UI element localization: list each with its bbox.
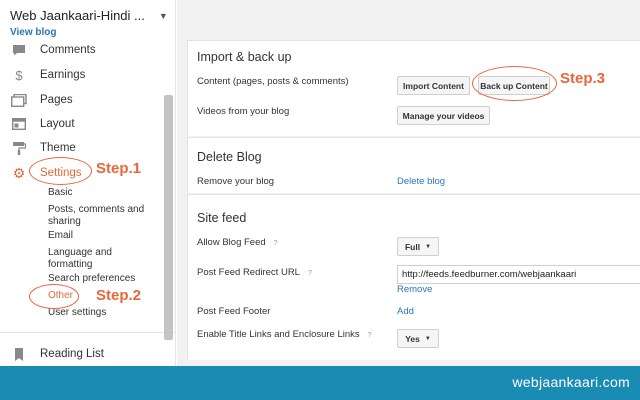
videos-label: Videos from your blog bbox=[197, 106, 290, 117]
step2-label: Step.2 bbox=[96, 287, 142, 304]
delete-blog-title: Delete Blog bbox=[197, 150, 262, 164]
step1-highlight-ring bbox=[29, 157, 92, 185]
step3-label: Step.3 bbox=[560, 70, 606, 87]
sidebar-item-theme[interactable]: Theme bbox=[10, 141, 76, 155]
sidebar-item-label: Layout bbox=[40, 118, 75, 130]
dollar-icon: $ bbox=[15, 67, 23, 83]
allow-feed-label-text: Allow Blog Feed bbox=[197, 237, 266, 248]
sidebar-item-label: Reading List bbox=[40, 348, 104, 360]
chevron-down-icon: ▼ bbox=[425, 243, 432, 250]
sidebar-item-label: Pages bbox=[40, 94, 73, 106]
pages-icon bbox=[10, 93, 28, 107]
sidebar-divider bbox=[0, 332, 176, 333]
gear-icon: ⚙ bbox=[12, 164, 26, 181]
sidebar: Web Jaankaari-Hindi ... ▼ View blog Comm… bbox=[0, 0, 176, 366]
add-feed-footer-link[interactable]: Add bbox=[397, 306, 414, 317]
sidebar-item-earnings[interactable]: $ Earnings bbox=[10, 67, 86, 83]
help-icon[interactable]: ? bbox=[308, 270, 312, 277]
sidebar-item-reading-list[interactable]: Reading List bbox=[10, 347, 104, 361]
remove-redirect-link[interactable]: Remove bbox=[397, 284, 432, 295]
title-links-label: Enable Title Links and Enclosure Links? bbox=[197, 329, 372, 340]
allow-feed-select[interactable]: Full ▼ bbox=[397, 237, 439, 256]
sidebar-subitem-user-settings[interactable]: User settings bbox=[48, 307, 158, 319]
chevron-down-icon: ▼ bbox=[158, 10, 168, 21]
step2-highlight-ring bbox=[29, 284, 79, 309]
site-feed-title: Site feed bbox=[197, 211, 247, 225]
sidebar-subitem-posts-comments-sharing[interactable]: Posts, comments and sharing bbox=[48, 204, 158, 228]
sidebar-subitem-search-preferences[interactable]: Search preferences bbox=[48, 273, 158, 285]
sidebar-subitem-email[interactable]: Email bbox=[48, 230, 158, 242]
paint-roller-icon bbox=[10, 141, 28, 155]
blog-selector[interactable]: Web Jaankaari-Hindi ... ▼ bbox=[10, 8, 168, 23]
site-feed-section: Site feed Allow Blog Feed? Full ▼ Post Fe… bbox=[187, 194, 640, 360]
help-icon[interactable]: ? bbox=[274, 240, 278, 247]
bookmark-icon bbox=[10, 347, 28, 361]
sidebar-subitem-basic[interactable]: Basic bbox=[48, 187, 158, 199]
title-links-value: Yes bbox=[405, 333, 420, 344]
sidebar-item-label: Theme bbox=[40, 142, 76, 154]
sidebar-item-pages[interactable]: Pages bbox=[10, 93, 73, 107]
sidebar-item-label: Comments bbox=[40, 44, 96, 56]
step3-highlight-ring bbox=[472, 66, 557, 101]
manage-videos-button[interactable]: Manage your videos bbox=[397, 106, 490, 125]
import-backup-title: Import & back up bbox=[197, 50, 292, 64]
comment-icon bbox=[10, 43, 28, 57]
redirect-url-input[interactable]: http://feeds.feedburner.com/webjaankaari bbox=[397, 265, 640, 284]
feed-footer-label: Post Feed Footer bbox=[197, 306, 271, 317]
layout-icon bbox=[10, 117, 28, 131]
allow-feed-label: Allow Blog Feed? bbox=[197, 237, 278, 248]
import-backup-section: Import & back up Content (pages, posts &… bbox=[187, 40, 640, 136]
delete-blog-link[interactable]: Delete blog bbox=[397, 176, 445, 187]
view-blog-link[interactable]: View blog bbox=[10, 27, 57, 38]
redirect-url-label: Post Feed Redirect URL? bbox=[197, 267, 312, 278]
content-label: Content (pages, posts & comments) bbox=[197, 76, 349, 87]
sidebar-subitem-language-formatting[interactable]: Language and formatting bbox=[48, 247, 158, 271]
title-links-label-text: Enable Title Links and Enclosure Links bbox=[197, 329, 360, 340]
title-links-select[interactable]: Yes ▼ bbox=[397, 329, 439, 348]
sidebar-item-layout[interactable]: Layout bbox=[10, 117, 75, 131]
sidebar-item-comments[interactable]: Comments bbox=[10, 43, 96, 57]
delete-blog-section: Delete Blog Remove your blog Delete blog bbox=[187, 137, 640, 193]
sidebar-scrollbar[interactable] bbox=[164, 95, 173, 340]
sidebar-item-label: Earnings bbox=[40, 69, 86, 81]
chevron-down-icon: ▼ bbox=[424, 335, 431, 342]
watermark-banner: webjaankaari.com bbox=[0, 366, 640, 400]
blog-title: Web Jaankaari-Hindi ... bbox=[10, 8, 145, 23]
import-content-button[interactable]: Import Content bbox=[397, 76, 470, 95]
remove-blog-label: Remove your blog bbox=[197, 176, 275, 187]
help-icon[interactable]: ? bbox=[368, 332, 372, 339]
step1-label: Step.1 bbox=[96, 160, 142, 177]
allow-feed-value: Full bbox=[404, 241, 421, 252]
watermark-text: webjaankaari.com bbox=[512, 374, 630, 390]
redirect-url-label-text: Post Feed Redirect URL bbox=[197, 267, 300, 278]
